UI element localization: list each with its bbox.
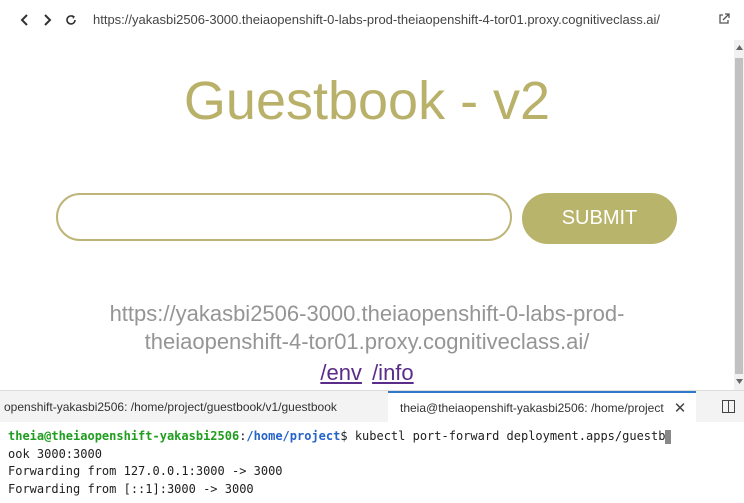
open-external-icon[interactable] [718,12,732,26]
links-row: /env /info [0,360,734,386]
terminal-tab-label: openshift-yakasbi2506: /home/project/gue… [4,400,337,414]
scroll-down-icon[interactable] [734,376,744,386]
info-link[interactable]: /info [372,360,414,385]
guestbook-entry-input[interactable] [56,193,512,241]
command-text: kubectl port-forward deployment.apps/gue… [354,429,666,443]
terminal-cursor [665,429,672,444]
reload-icon[interactable] [63,11,79,29]
close-icon[interactable]: ✕ [674,399,687,417]
host-address-text: https://yakasbi2506-3000.theiaopenshift-… [0,300,734,356]
browser-url-bar: https://yakasbi2506-3000.theiaopenshift-… [0,0,744,40]
host-line-2: theiaopenshift-4-tor01.proxy.cognitivecl… [144,329,590,354]
scroll-up-icon[interactable] [734,42,744,52]
forward-icon[interactable] [39,11,55,29]
env-link[interactable]: /env [320,360,362,385]
prompt-user: theia@theiaopenshift-yakasbi2506 [8,429,240,443]
back-icon[interactable] [16,11,32,29]
terminal-tab-bar: openshift-yakasbi2506: /home/project/gue… [0,390,744,423]
terminal-tab[interactable]: openshift-yakasbi2506: /home/project/gue… [4,391,337,423]
terminal-line: Forwarding from [::1]:3000 -> 3000 [8,481,254,496]
url-field[interactable]: https://yakasbi2506-3000.theiaopenshift-… [93,12,660,27]
prompt-symbol: $ [340,429,348,443]
terminal-tab-label: theia@theiaopenshift-yakasbi2506: /home/… [400,401,664,415]
terminal-line: Forwarding from 127.0.0.1:3000 -> 3000 [8,464,283,478]
scrollbar-thumb[interactable] [735,58,743,374]
page-title: Guestbook - v2 [183,71,551,131]
terminal-line: ook 3000:3000 [8,446,102,461]
terminal-output[interactable]: theia@theiaopenshift-yakasbi2506:/home/p… [0,422,744,503]
split-terminal-icon[interactable] [722,400,736,414]
prompt-path: /home/project [246,429,341,443]
submit-button[interactable]: SUBMIT [522,193,677,244]
host-line-1: https://yakasbi2506-3000.theiaopenshift-… [109,301,625,326]
terminal-tab-active[interactable]: theia@theiaopenshift-yakasbi2506: /home/… [388,391,697,423]
